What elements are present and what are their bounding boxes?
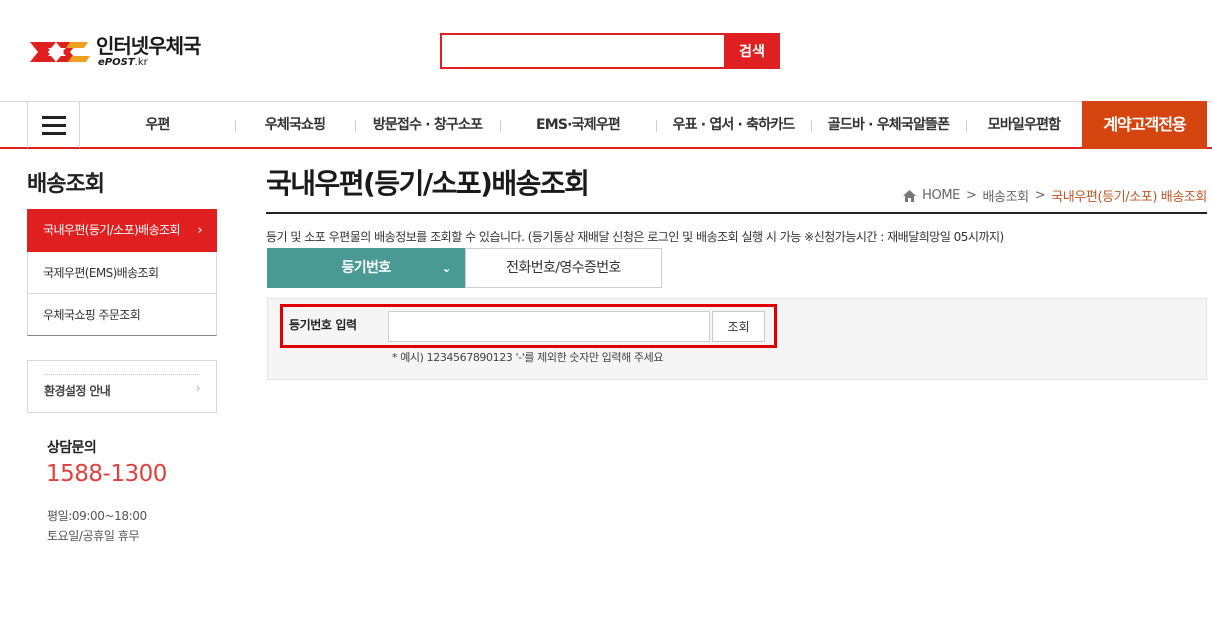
sidebar-item-domestic[interactable]: 국내우편(등기/소포)배송조회 › — [27, 209, 217, 252]
tab-label: 등기번호 — [341, 260, 391, 276]
breadcrumb-level1[interactable]: 배송조회 — [982, 186, 1029, 205]
tracking-number-label: 등기번호 입력 — [289, 318, 357, 332]
epost-logo[interactable]: 인터넷우체국 ePOST.kr — [26, 32, 216, 72]
sidebar-menu: 국내우편(등기/소포)배송조회 › 국제우편(EMS)배송조회 우체국쇼핑 주문… — [27, 209, 217, 336]
hamburger-icon[interactable] — [27, 102, 80, 148]
tracking-number-input[interactable] — [388, 311, 710, 342]
search-input[interactable] — [440, 33, 724, 69]
title-divider — [266, 212, 1207, 214]
breadcrumb-separator: > — [1034, 188, 1046, 203]
breadcrumb: HOME > 배송조회 > 국내우편(등기/소포) 배송조회 — [903, 186, 1207, 205]
sidebar-item-shopping-order[interactable]: 우체국쇼핑 주문조회 — [27, 294, 217, 336]
home-icon — [903, 189, 917, 202]
sidebar-item-label: 우체국쇼핑 주문조회 — [43, 308, 141, 322]
sidebar-title: 배송조회 — [27, 172, 105, 197]
contract-customer-button[interactable]: 계약고객전용 — [1082, 101, 1207, 149]
epost-logo-icon — [30, 42, 90, 62]
input-hint: * 예시) 1234567890123 '-'를 제외한 숫자만 입력해 주세요 — [392, 351, 664, 364]
logo-title: 인터넷우체국 — [96, 34, 201, 58]
lookup-button[interactable]: 조회 — [712, 311, 765, 342]
site-search: 검색 — [440, 33, 780, 69]
cs-phone: 1588-1300 — [46, 461, 167, 487]
search-button[interactable]: 검색 — [724, 33, 780, 69]
breadcrumb-current: 국내우편(등기/소포) 배송조회 — [1051, 190, 1207, 205]
breadcrumb-separator: > — [965, 188, 977, 203]
cs-weekday-hours: 평일:09:00~18:00 — [47, 509, 147, 523]
logo-domain: .kr — [134, 57, 148, 68]
gnb-item-mobile-mailbox[interactable]: 모바일우편함 — [966, 102, 1082, 148]
page-description: 등기 및 소포 우편물의 배송정보를 조회할 수 있습니다. (등기통상 재배달… — [266, 230, 1004, 244]
chevron-right-icon: › — [195, 381, 201, 395]
logo-sub: ePOST — [98, 57, 135, 68]
tab-registered-number[interactable]: 등기번호 ⌄ — [267, 248, 465, 288]
tab-label: 전화번호/영수증번호 — [506, 260, 621, 276]
sidebar-item-label: 국내우편(등기/소포)배송조회 — [43, 223, 180, 237]
gnb-item-stamps[interactable]: 우표 · 엽서 · 축하카드 — [656, 102, 811, 148]
env-settings-link[interactable]: 환경설정 안내 › — [27, 360, 217, 413]
page-title: 국내우편(등기/소포)배송조회 — [266, 167, 590, 200]
sidebar-item-label: 국제우편(EMS)배송조회 — [43, 266, 159, 280]
cs-holiday-notice: 토요일/공휴일 휴무 — [47, 529, 140, 543]
gnb-item-goldbar[interactable]: 골드바 · 우체국알뜰폰 — [811, 102, 966, 148]
gnb-item-pickup[interactable]: 방문접수 · 창구소포 — [355, 102, 500, 148]
tab-phone-receipt[interactable]: 전화번호/영수증번호 — [465, 248, 662, 288]
sidebar-item-ems[interactable]: 국제우편(EMS)배송조회 — [27, 252, 217, 294]
gnb-item-post[interactable]: 우편 — [80, 102, 235, 148]
gnb-item-shopping[interactable]: 우체국쇼핑 — [235, 102, 355, 148]
gnb-item-ems[interactable]: EMS·국제우편 — [500, 102, 656, 148]
cs-label: 상담문의 — [47, 440, 97, 456]
chevron-right-icon: › — [197, 223, 202, 238]
breadcrumb-home[interactable]: HOME — [922, 188, 960, 203]
chevron-down-icon: ⌄ — [441, 261, 452, 275]
env-settings-label: 환경설정 안내 — [44, 384, 111, 398]
global-nav: 우편 우체국쇼핑 방문접수 · 창구소포 EMS·국제우편 우표 · 엽서 · … — [0, 101, 1212, 149]
